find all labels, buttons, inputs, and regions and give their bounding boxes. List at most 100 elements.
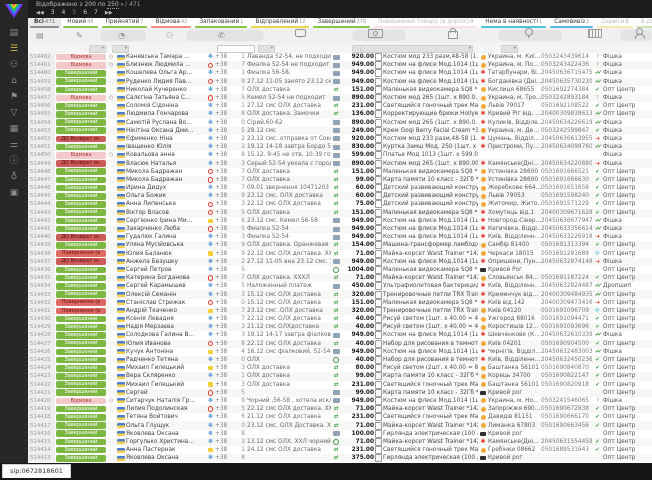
table-row[interactable]: 514448ЗавершенийМикола Бадражан+387ОЛХ д… [28,168,652,176]
status-column-icon[interactable]: ✎ [76,30,83,41]
table-row[interactable]: 514419ЗавершенийЛилия Подолинская+38522.… [28,405,652,413]
address-column-icon[interactable] [525,30,533,41]
range-end[interactable]: 250 [107,1,118,9]
filter-dropdown[interactable]: ▾ [258,45,275,53]
table-row[interactable]: 514433ЗавершенийОлексій Семанін✻+38315.1… [28,290,652,298]
pagination-last-icon[interactable]: ▶▶ [105,10,113,16]
tab-Завершений[interactable]: Завершений278 [311,18,372,28]
info-icon[interactable]: ⓘ [0,154,28,168]
table-row[interactable]: 514437ДО Возврат ск.Анжела Безушку✻+3822… [28,258,652,266]
payment-column-icon[interactable] [368,30,383,41]
funnel-icon[interactable]: ▽ [0,106,28,120]
filter-dropdown[interactable]: ▾ [89,45,106,53]
table-row[interactable]: 514436ЗавершенийСергей Петров✻+3851004.0… [28,266,652,274]
clients-icon[interactable]: ⚇ [0,58,28,72]
client-column-icon[interactable]: ⚇ [166,30,173,41]
orders-icon[interactable]: ☰ [0,42,28,56]
tab-Новий[interactable]: Новий48 [61,18,99,28]
table-row[interactable]: 514445ЗавершенийОльга Божик✻+38923.12 см… [28,192,652,200]
table-row[interactable]: 514454ЗавершенийСамотій Руслана Во…✻+380… [28,119,652,127]
table-row[interactable]: 514420Відмова◷Ситарчук Наталія Гр…✻+389Ч… [28,397,652,405]
tab-Запакований[interactable]: Запакований1 [193,18,249,28]
range-caret-icon[interactable]: ▾ [121,2,124,8]
tab-Сервіси[interactable]: Сервіси0 [595,18,634,28]
pagination-page[interactable]: 4 [62,9,66,16]
phone-column-icon[interactable]: ✆ [218,30,225,41]
pagination-page[interactable]: 5 [72,9,76,16]
table-row[interactable]: 514429ЗавершенийНадія Мерзаєва✻+38321.12… [28,323,652,331]
pagination-page[interactable]: 7 [94,9,98,16]
table-row[interactable]: 514455ЗавершенийЛюдмила Гончарова✻+388ОЛ… [28,110,652,118]
table-row[interactable]: 514450Відмова◷Ковальова анна✻+38815.12. … [28,151,652,159]
table-row[interactable]: 514415ЗавершенийГоргулько Христина…✻+383… [28,438,652,446]
table-row[interactable]: 514416ЗавершенийЯковлева Оксана✻+388100.… [28,430,652,438]
table-row[interactable]: 514431Повернення (вАндрій Ткаченко+38723… [28,307,652,315]
tab-Нема в наявності[interactable]: Нема в наявності1 [479,18,548,28]
table-row[interactable]: 514438Повернення (вЮлия Баланюк+38922.12… [28,250,652,258]
statistics-icon[interactable]: ▦ [0,122,28,136]
table-row[interactable]: 514428ЗавершенийСолодкова Галина В…✻+383… [28,331,652,339]
video-icon[interactable]: ▣ [0,186,28,200]
table-row[interactable]: 514456ЗавершенийСоломія Сідоніна✻+38127.… [28,102,652,110]
filter-dropdown[interactable]: ▾ [501,45,518,53]
tab-Прийнятий[interactable]: Прийнятий7 [100,18,150,28]
table-row[interactable]: 514432Повернення (вСтаніслав Стрижак+380… [28,299,652,307]
tab-Самовивіз[interactable]: Самовивіз2 [548,18,595,28]
table-row[interactable]: 514444ЗавершенийАнна Липенська+38322.12 … [28,200,652,208]
filter-dropdown-wide[interactable]: ▾ [360,45,473,53]
pagination-page[interactable]: 3 [51,9,55,16]
table-row[interactable]: 514414ЗавершенийАнна Пастернак+38124.12 … [28,446,652,454]
table-row[interactable]: 514425ЗавершенийРадченко Тетяна✻+380ОЛХ4… [28,356,652,364]
tab-Повернення товару (в дорозі)[interactable]: Повернення товару (в дорозі)0 [372,18,479,28]
pagination-page[interactable]: 6 [83,9,87,16]
settings-sliders-icon[interactable]: ⚌ [0,138,28,152]
table-row[interactable]: 514461Відмова◷Близнюк Людмила …+387Фиалк… [28,61,652,69]
table-row[interactable]: 514441ЗавершенийЗахарченко Люба+385Фиалк… [28,225,652,233]
table-row[interactable]: 514422ЗавершенийМихаил Гилецький+383ОЛХ … [28,381,652,389]
showing-range[interactable]: Відображено з 200 по 250 ▾ / 471 [36,1,141,8]
tags-icon[interactable]: ⚑ [0,90,28,104]
manager-column-icon[interactable] [636,30,643,41]
comment-column-icon[interactable] [295,30,306,41]
table-row[interactable]: 514434ЗавершенийСергей Карамышев✻+385Нал… [28,282,652,290]
tracking-column-icon[interactable] [588,30,602,41]
table-row[interactable]: 514430ЗавершенийКсенія Левадня✻+38722.12… [28,315,652,323]
table-row[interactable]: 514457Відмова◷Салєгіна Татьяна С…+385Кем… [28,94,652,102]
dashboard-icon[interactable]: ▤ [0,26,28,40]
table-row[interactable]: 514458ЗавершенийНиколай Кучеренко✻+387ОЛ… [28,86,652,94]
table-row[interactable]: 514443ЗавершенийВіктор Власов+385ОЛХ дос… [28,209,652,217]
table-row[interactable]: 514418ЗавершенийТетяна Войтович✻+38621.1… [28,413,652,421]
table-row[interactable]: 514439ЗавершенийУляна Мусійовська✻+389ОЛ… [28,241,652,249]
table-row[interactable]: 514440ДО Возврат ск.Гудалюк Галина✻+383Ф… [28,233,652,241]
table-row[interactable]: 514459ЗавершенийРуденко Лидия Пав…+38927… [28,78,652,86]
table-row[interactable]: 514423ЗавершенийВера Скляренко✻+381ОЛХ д… [28,372,652,380]
table-row[interactable]: 514462Відмова◷Каневська Тамара …✻+381Лав… [28,53,652,61]
table-row[interactable]: 514421ЗавершенийСергей+38599.00Карта пам… [28,389,652,397]
table-row[interactable]: 514424ЗавершенийМихаил Гилецький+383ОЛХ … [28,364,652,372]
table-row[interactable]: 514435ЗавершенийКатерина Богданова+387ОЛ… [28,274,652,282]
table-row[interactable]: 514449ДО Возврат ск.Власюк Наталья✻+383С… [28,159,652,167]
order-id-column-icon[interactable]: ▤ [36,30,44,41]
sip-call-tab[interactable]: sip:0672818601 [2,464,71,478]
source-column-icon[interactable]: ◔ [118,30,125,41]
filter-dropdown[interactable]: ▾ [112,45,129,53]
table-row[interactable]: 514453ЗавершенийНікітіна Оксана Дми…✻+38… [28,127,652,135]
pagination-first-icon[interactable]: ◀◀ [36,10,44,16]
tab-В дорозі додому[interactable]: В дорозі додому0 [635,18,652,28]
table-row[interactable]: 514460ЗавершенийКошелева Ольга Ар…✻+381Ф… [28,69,652,77]
company-icon[interactable]: ⌂ [0,74,28,88]
tab-Всі[interactable]: Всі471 [28,18,61,28]
table-row[interactable]: 514413ЗавершенийЯковлева Оксана✻+388⇄375… [28,454,652,462]
table-row[interactable]: 514417ЗавершенийОльга Глущук✻+38023.12 с… [28,421,652,429]
tab-Відправлений[interactable]: Відправлений12 [249,18,311,28]
phone-filter-input[interactable] [217,45,255,53]
table-row[interactable]: 514447ЗавершенийМикола Бадражан+387ОЛХ д… [28,176,652,184]
product-column-icon[interactable] [448,30,458,41]
table-row[interactable]: 514452ДО Возврат ск.Єфименко Ніна✻+38223… [28,135,652,143]
table-row[interactable]: 514442ЗавершенийСергіюнко Ірина Ми…+3862… [28,217,652,225]
tab-Відмова[interactable]: Відмова42 [149,18,193,28]
table-row[interactable]: 514427ЗавершенийЮлия Иванова+38822.12 см… [28,340,652,348]
table-row[interactable]: 514451ЗавершенийІващенко Юлія✻+38219.12 … [28,143,652,151]
app-logo[interactable] [4,2,24,20]
table-row[interactable]: 514446ЗавершенийИрина Дидух✻+38709.01 зв… [28,184,652,192]
